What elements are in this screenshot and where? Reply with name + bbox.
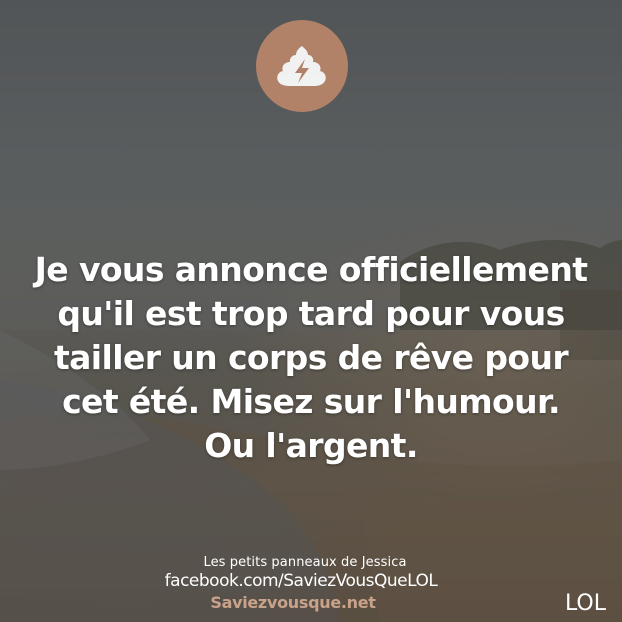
- quote-line: cet été. Misez sur l'humour.: [62, 382, 560, 421]
- quote-line: tailler un corps de rêve pour: [53, 338, 569, 377]
- quote-card: Je vous annonce officiellement qu'il est…: [0, 0, 622, 622]
- logo-badge: [256, 20, 348, 112]
- quote-line: Je vous annonce officiellement: [34, 250, 588, 289]
- poop-lightning-icon: [277, 46, 326, 86]
- quote-line: qu'il est trop tard pour vous: [57, 294, 565, 333]
- author-credit: Les petits panneaux de Jessica: [203, 555, 407, 570]
- website-link[interactable]: Saviezvousque.net: [0, 593, 604, 613]
- category-tag: LOL: [564, 591, 606, 616]
- facebook-link[interactable]: facebook.com/SaviezVousQueLOL: [0, 571, 612, 592]
- quote-line: Ou l'argent.: [204, 426, 418, 465]
- quote-text: Je vous annonce officiellement qu'il est…: [6, 248, 616, 468]
